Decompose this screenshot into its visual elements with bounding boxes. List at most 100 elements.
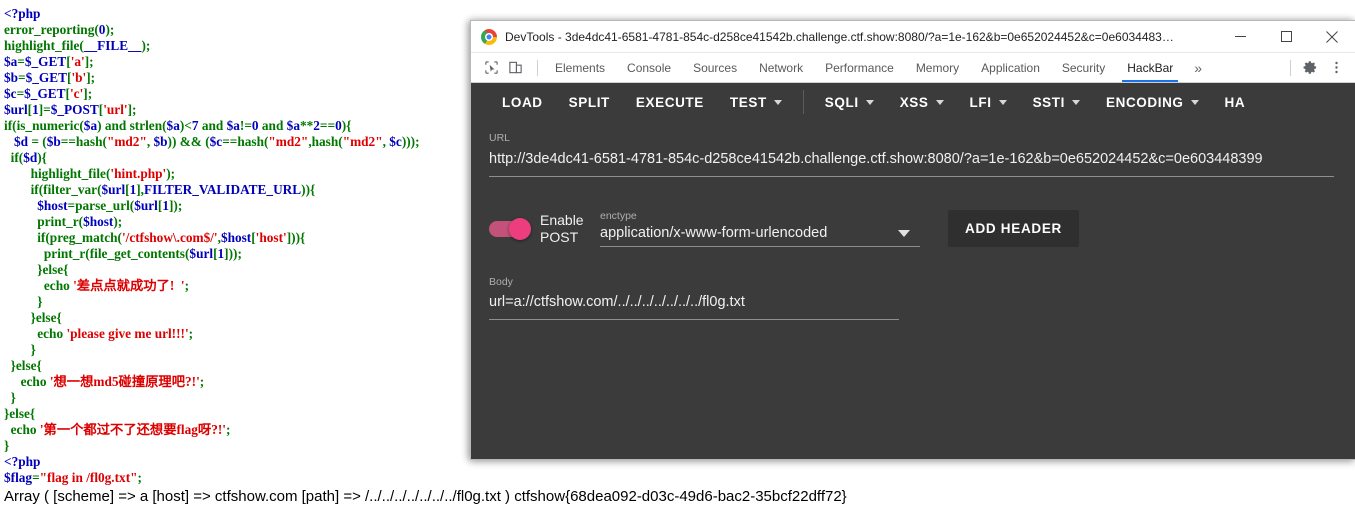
close-button[interactable] [1309, 21, 1355, 53]
php-token: preg_match [49, 230, 118, 245]
php-token: 1 [32, 102, 39, 117]
php-token [4, 278, 44, 293]
enctype-select[interactable]: enctype application/x-www-form-urlencode… [600, 210, 920, 247]
minimize-button[interactable] [1217, 21, 1263, 53]
hackbar-ssti-button[interactable]: SSTI [1020, 87, 1093, 117]
php-token: )< [179, 118, 192, 133]
php-token: ); [141, 38, 151, 53]
php-token: = [17, 54, 25, 69]
inspect-element-icon[interactable] [479, 56, 503, 80]
php-token: }else{ [4, 262, 69, 277]
php-token: echo [43, 278, 70, 293]
php-token: highlight_file [4, 38, 80, 53]
url-input[interactable]: http://3de4dc41-6581-4781-854c-d258ce415… [489, 149, 1334, 170]
php-token: ]); [168, 198, 183, 213]
php-token: $_GET [25, 70, 68, 85]
php-token: ; [184, 278, 190, 293]
php-token: '第一个都过不了还想要flag呀?!' [39, 422, 226, 437]
php-token: echo [10, 422, 37, 437]
php-token: strlen [129, 118, 163, 133]
php-token: = [32, 470, 40, 485]
php-token: } [4, 390, 16, 405]
body-input-underline [489, 319, 899, 320]
php-token: and [258, 118, 287, 133]
enable-post-label: Enable POST [540, 211, 584, 245]
php-token: "md2" [106, 134, 147, 149]
hackbar-body: URL http://3de4dc41-6581-4781-854c-d258c… [471, 121, 1355, 320]
php-token: 'hint.php' [110, 166, 167, 181]
php-token: if( [4, 230, 50, 245]
enable-post-toggle[interactable] [489, 217, 531, 240]
devtools-tabbar: Elements Console Sources Network Performance… [471, 53, 1355, 83]
php-token: "flag in /fl0g.txt" [39, 470, 138, 485]
hackbar-encoding-button[interactable]: ENCODING [1093, 87, 1212, 117]
hackbar-lfi-button[interactable]: LFI [957, 87, 1020, 117]
tab-security[interactable]: Security [1051, 53, 1116, 82]
tab-memory[interactable]: Memory [905, 53, 970, 82]
chevron-down-icon [773, 99, 782, 105]
php-token: )) && ( [167, 134, 210, 149]
php-token: '差点点就成功了! ' [73, 278, 185, 293]
php-token: ) and [97, 118, 130, 133]
hackbar-ha-button[interactable]: HA [1212, 87, 1259, 117]
php-token: __FILE__ [83, 38, 142, 53]
php-token: "md2" [342, 134, 383, 149]
tab-network[interactable]: Network [748, 53, 814, 82]
php-token: filter_var [43, 182, 98, 197]
php-token: $c [389, 134, 402, 149]
hackbar-split-button[interactable]: SPLIT [556, 87, 623, 117]
tab-sources[interactable]: Sources [682, 53, 748, 82]
body-label: Body [489, 276, 513, 288]
add-header-button[interactable]: ADD HEADER [948, 210, 1080, 247]
php-token: = [18, 70, 26, 85]
body-input[interactable]: url=a://ctfshow.com/../../../../../../..… [489, 292, 1337, 312]
tab-hackbar[interactable]: HackBar [1116, 53, 1184, 82]
gear-icon[interactable] [1297, 55, 1323, 81]
php-token: $_POST [50, 102, 99, 117]
php-token [4, 198, 37, 213]
more-tabs-button[interactable]: » [1184, 53, 1212, 82]
url-input-underline [489, 176, 1334, 177]
php-token: ))); [401, 134, 420, 149]
chrome-logo-icon [481, 28, 497, 45]
php-token: ]= [38, 102, 51, 117]
php-token: == [222, 134, 238, 149]
device-toolbar-icon[interactable] [503, 56, 527, 80]
php-output-line: Array ( [scheme] => a [host] => ctfshow.… [4, 488, 847, 505]
php-token: 'a' [70, 54, 85, 69]
hackbar-panel: LOAD SPLIT EXECUTE TEST SQLI XSS LFI SSTI ENCODI… [471, 83, 1355, 459]
php-token: $a [4, 54, 18, 69]
php-token: $b [46, 134, 61, 149]
hackbar-test-button[interactable]: TEST [717, 87, 795, 117]
php-token: parse_url [75, 198, 130, 213]
php-token: FILTER_VALIDATE_URL [144, 182, 302, 197]
tab-application[interactable]: Application [970, 53, 1051, 82]
php-token: if( [4, 182, 44, 197]
php-token: ]; [86, 70, 96, 85]
php-token: echo [37, 326, 64, 341]
php-token: ); [113, 214, 123, 229]
php-token: ; [188, 326, 194, 341]
tab-console[interactable]: Console [616, 53, 682, 82]
php-token: 0 [251, 118, 259, 133]
php-token: 'b' [71, 70, 87, 85]
hackbar-load-button[interactable]: LOAD [489, 87, 556, 117]
php-token: $d [23, 150, 38, 165]
hackbar-button-label: EXECUTE [635, 94, 704, 110]
hackbar-button-label: SQLI [824, 94, 859, 110]
hackbar-xss-button[interactable]: XSS [887, 87, 957, 117]
tab-performance[interactable]: Performance [814, 53, 905, 82]
php-token: $host [220, 230, 252, 245]
php-token: = [16, 86, 25, 101]
php-source-line: $flag="flag in /fl0g.txt"; [4, 470, 704, 486]
tab-elements[interactable]: Elements [544, 53, 616, 82]
hackbar-execute-button[interactable]: EXECUTE [623, 87, 717, 117]
enctype-select-row: application/x-www-form-urlencoded [600, 225, 920, 241]
maximize-button[interactable] [1263, 21, 1309, 53]
php-token: highlight_file [30, 166, 106, 181]
kebab-menu-icon[interactable] [1323, 55, 1349, 81]
php-token: error_reporting [4, 22, 95, 37]
hackbar-sqli-button[interactable]: SQLI [812, 87, 887, 117]
devtools-titlebar[interactable]: DevTools - 3de4dc41-6581-4781-854c-d258c… [471, 21, 1355, 53]
php-token [4, 422, 11, 437]
